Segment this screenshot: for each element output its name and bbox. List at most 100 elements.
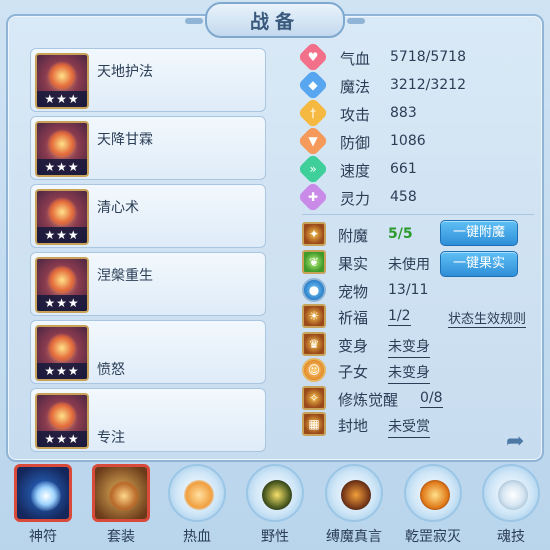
prop-value[interactable]: 未受赏 [388, 416, 430, 438]
skill-icon: ★★★ [35, 257, 89, 313]
panel-title: 战备 [185, 2, 365, 38]
tab-label: 神符 [29, 529, 57, 545]
transform-icon: ♛ [302, 332, 326, 356]
stat-value: 1086 [390, 133, 426, 149]
tab-hot-blood[interactable]: 热血 [166, 464, 228, 550]
skill-stars: ★★★ [37, 91, 87, 107]
rune-icon [14, 464, 72, 522]
skill-name: 涅槃重生 [97, 268, 153, 284]
skill-stars: ★★★ [37, 295, 87, 311]
stat-hp: ♥ 气血 5718/5718 [297, 41, 532, 73]
skill-card-3[interactable]: ★★★ 清心术 [30, 184, 266, 248]
stat-label: 灵力 [340, 190, 371, 208]
prop-label: 修炼觉醒 [338, 391, 399, 409]
prop-value[interactable]: 未变身 [388, 336, 430, 358]
annihilation-icon [404, 464, 462, 522]
skill-card-4[interactable]: ★★★ 涅槃重生 [30, 252, 266, 316]
stat-speed: » 速度 661 [297, 153, 532, 185]
prop-transform[interactable]: ♛ 变身 未变身 [302, 332, 542, 358]
prop-value: 未使用 [388, 257, 430, 273]
stat-value: 3212/3212 [390, 77, 466, 93]
stat-label: 气血 [340, 50, 371, 68]
blessing-icon: ☀ [302, 304, 326, 328]
divider [302, 214, 534, 215]
tab-wild[interactable]: 野性 [244, 464, 306, 550]
stat-defense: ▼ 防御 1086 [297, 125, 532, 157]
skill-name: 清心术 [97, 200, 139, 216]
prop-child[interactable]: ☺ 子女 未变身 [302, 358, 542, 384]
prop-value[interactable]: 未变身 [388, 362, 430, 384]
binding-icon [325, 464, 383, 522]
prop-label: 附魔 [338, 227, 369, 245]
status-rules-link[interactable]: 状态生效规则 [448, 308, 527, 328]
cultivation-icon: ✧ [302, 386, 326, 410]
skill-icon: ★★★ [35, 121, 89, 177]
heart-icon: ♥ [297, 41, 329, 73]
wild-icon [246, 464, 304, 522]
tab-label: 魂技 [497, 529, 525, 545]
stat-value: 883 [390, 105, 417, 121]
prop-pet: ● 宠物 13/11 [302, 278, 542, 304]
prop-value: 13/11 [388, 282, 429, 298]
tab-annihilation[interactable]: 乾罡寂灭 [402, 464, 464, 550]
skill-icon: ★★★ [35, 393, 89, 449]
skill-stars: ★★★ [37, 431, 87, 447]
skill-card-1[interactable]: ★★★ 天地护法 [30, 48, 266, 112]
fruit-icon: ❦ [302, 250, 326, 274]
tab-rune[interactable]: 神符 [12, 464, 74, 550]
spirit-icon: ✚ [297, 181, 329, 213]
stat-mp: ◆ 魔法 3212/3212 [297, 69, 532, 101]
paw-icon: ● [302, 278, 326, 302]
stat-label: 速度 [340, 162, 371, 180]
skill-card-5[interactable]: ★★★ 愤怒 [30, 320, 266, 384]
soul-skill-icon [482, 464, 540, 522]
share-icon[interactable]: ➦ [506, 430, 538, 454]
defense-icon: ▼ [297, 125, 329, 157]
hot-blood-icon [168, 464, 226, 522]
skill-stars: ★★★ [37, 159, 87, 175]
tab-label: 乾罡寂灭 [405, 529, 461, 545]
stat-value: 5718/5718 [390, 49, 466, 65]
child-icon: ☺ [302, 358, 326, 382]
skill-icon: ★★★ [35, 189, 89, 245]
prop-label: 变身 [338, 337, 369, 355]
prop-label: 子女 [338, 363, 369, 381]
armor-set-icon [92, 464, 150, 522]
stat-spirit: ✚ 灵力 458 [297, 181, 532, 213]
skill-name: 天地护法 [97, 64, 153, 80]
skill-card-6[interactable]: ★★★ 专注 [30, 388, 266, 452]
mana-icon: ◆ [297, 69, 329, 101]
prop-label: 封地 [338, 417, 369, 435]
prop-value[interactable]: 0/8 [420, 390, 443, 408]
tab-label: 缚魔真言 [326, 529, 382, 545]
skill-name: 专注 [97, 430, 125, 446]
attack-icon: † [297, 97, 329, 129]
skill-icon: ★★★ [35, 53, 89, 109]
skill-icon: ★★★ [35, 325, 89, 381]
skill-card-2[interactable]: ★★★ 天降甘霖 [30, 116, 266, 180]
tab-label: 热血 [183, 529, 211, 545]
speed-icon: » [297, 153, 329, 185]
tab-label: 野性 [261, 529, 289, 545]
tab-binding[interactable]: 缚魔真言 [323, 464, 385, 550]
prop-value[interactable]: 1/2 [388, 308, 411, 326]
fief-icon: ▦ [302, 412, 326, 436]
stat-label: 防御 [340, 134, 371, 152]
skill-name: 愤怒 [97, 362, 125, 378]
auto-enchant-button[interactable]: 一键附魔 [440, 220, 518, 246]
tab-armor-set[interactable]: 套装 [90, 464, 152, 550]
prop-label: 祈福 [338, 309, 369, 327]
auto-fruit-button[interactable]: 一键果实 [440, 251, 518, 277]
tab-soul-skill[interactable]: 魂技 [480, 464, 542, 550]
prop-cultivation[interactable]: ✧ 修炼觉醒 0/8 [302, 386, 542, 412]
skill-stars: ★★★ [37, 227, 87, 243]
tab-label: 套装 [107, 529, 135, 545]
prop-label: 果实 [338, 255, 369, 273]
stat-value: 661 [390, 161, 417, 177]
enchant-icon: ✦ [302, 222, 326, 246]
skill-stars: ★★★ [37, 363, 87, 379]
prop-label: 宠物 [338, 283, 369, 301]
skill-name: 天降甘霖 [97, 132, 153, 148]
prop-value: 5/5 [388, 226, 413, 242]
stat-value: 458 [390, 189, 417, 205]
